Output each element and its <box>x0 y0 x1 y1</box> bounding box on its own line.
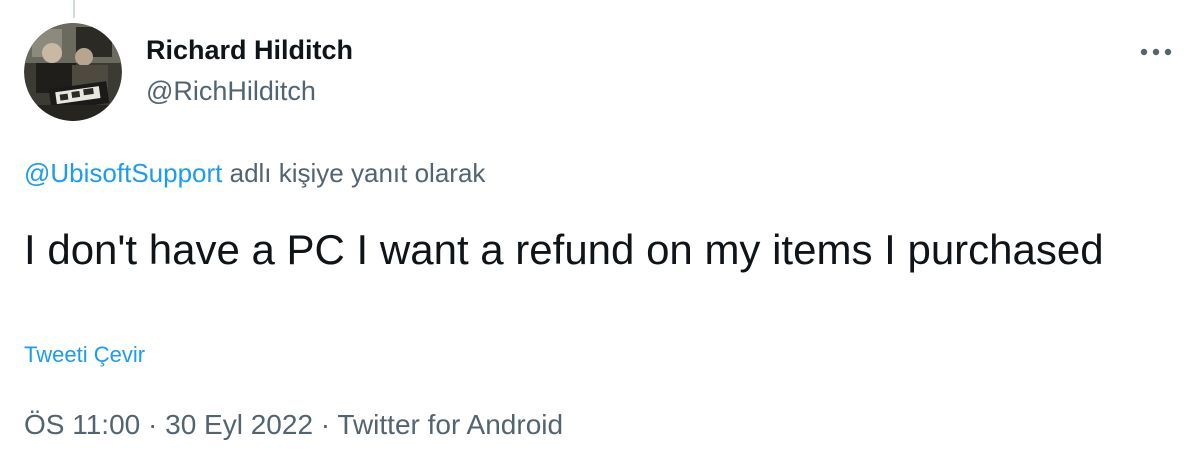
author-display-name[interactable]: Richard Hilditch <box>146 33 353 67</box>
more-options-button[interactable] <box>1136 32 1176 72</box>
meta-separator: · <box>313 409 338 440</box>
avatar[interactable] <box>24 23 122 121</box>
thread-connector-line <box>73 0 75 18</box>
tweet-text: I don't have a PC I want a refund on my … <box>24 226 1104 273</box>
author-handle[interactable]: @RichHilditch <box>146 74 316 108</box>
translate-tweet-link[interactable]: Tweeti Çevir <box>24 339 145 371</box>
reply-context-suffix: adlı kişiye yanıt olarak <box>222 158 486 188</box>
tweet-date[interactable]: 30 Eyl 2022 <box>165 409 313 440</box>
more-horizontal-icon <box>1140 48 1172 56</box>
tweet-metadata: ÖS 11:00 · 30 Eyl 2022 · Twitter for And… <box>24 406 563 444</box>
meta-separator: · <box>140 409 166 440</box>
tweet-time[interactable]: ÖS 11:00 <box>24 409 140 440</box>
reply-context: @UbisoftSupport adlı kişiye yanıt olarak <box>24 156 485 190</box>
tweet-source[interactable]: Twitter for Android <box>337 409 563 440</box>
reply-mention-link[interactable]: @UbisoftSupport <box>24 158 222 188</box>
